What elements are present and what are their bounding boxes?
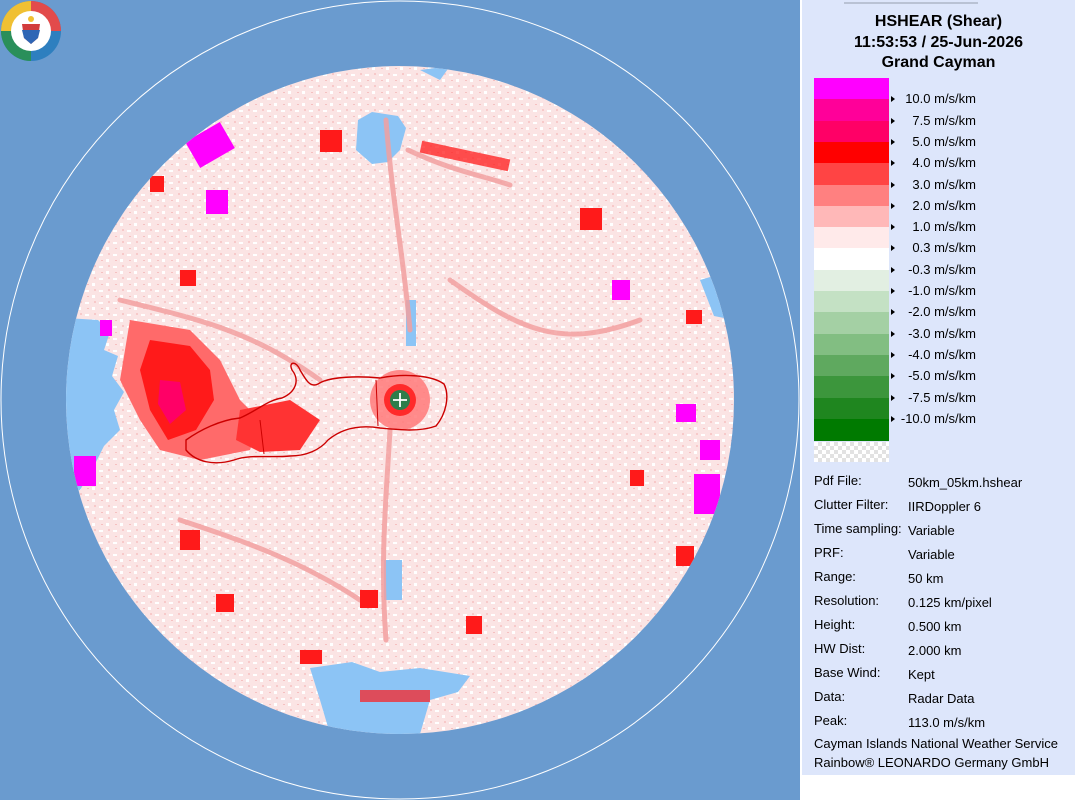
legend-swatch — [814, 141, 889, 164]
info-label: Clutter Filter: — [814, 497, 889, 512]
info-label: Data: — [814, 689, 846, 704]
site-name: Grand Cayman — [881, 54, 996, 71]
legend-swatch — [814, 418, 889, 441]
legend-level-label: 0.3 m/s/km — [912, 240, 976, 256]
legend-level-label: -0.3 m/s/km — [908, 261, 976, 277]
legend-level-label: 1.0 m/s/km — [912, 219, 976, 235]
credit-line-1: Cayman Islands National Weather Service — [814, 736, 1058, 751]
legend-tick — [891, 224, 895, 231]
legend-level-label: 3.0 m/s/km — [912, 176, 976, 192]
legend-level-label: 10.0 m/s/km — [905, 91, 976, 107]
info-value: 50km_05km.hshear — [908, 475, 1023, 490]
radar-map[interactable] — [0, 0, 800, 800]
info-value: 50 km — [908, 571, 944, 586]
legend-tick — [891, 138, 895, 145]
legend-level-label: 7.5 m/s/km — [912, 112, 976, 128]
product-datetime: 11:53:53 / 25-Jun-2026 — [854, 34, 1023, 51]
legend-swatch — [814, 248, 889, 271]
info-value: Radar Data — [908, 691, 975, 706]
info-value: 0.500 km — [908, 619, 962, 634]
info-value: 2.000 km — [908, 643, 962, 658]
legend-tick — [891, 117, 895, 124]
info-value: 113.0 m/s/km — [908, 715, 986, 730]
legend-tick — [891, 351, 895, 358]
legend-tick — [891, 96, 895, 103]
info-value: Kept — [908, 667, 935, 682]
legend-swatch — [814, 291, 889, 313]
info-value: Variable — [908, 523, 955, 538]
legend-tick — [891, 202, 895, 209]
clutter-strip-south — [384, 560, 402, 600]
legend-tick — [891, 181, 895, 188]
legend-tick — [891, 266, 895, 273]
legend-level-label: 5.0 m/s/km — [912, 133, 976, 149]
radar-canvas[interactable] — [0, 0, 800, 800]
legend-level-label: 2.0 m/s/km — [912, 197, 976, 213]
legend-tick — [891, 330, 895, 337]
cayman-weather-service-logo — [1, 1, 61, 61]
radar-site-marker[interactable] — [390, 390, 410, 410]
legend-tick — [891, 373, 895, 380]
legend-swatch — [814, 397, 889, 420]
panel-tab-indicator — [844, 2, 978, 4]
legend-swatch — [814, 269, 889, 292]
legend-nodata-swatch — [814, 442, 889, 462]
info-value: IIRDoppler 6 — [908, 499, 981, 514]
info-label: Base Wind: — [814, 665, 881, 680]
info-value: 0.125 km/pixel — [908, 595, 992, 610]
legend-swatch — [814, 333, 889, 356]
info-label: Height: — [814, 617, 856, 632]
legend-tick — [891, 309, 895, 316]
legend-swatch — [814, 376, 889, 399]
credit-line-2: Rainbow® LEONARDO Germany GmbH — [814, 755, 1049, 770]
info-value: Variable — [908, 547, 955, 562]
legend-level-label: -5.0 m/s/km — [908, 368, 976, 384]
legend-swatch — [814, 120, 889, 143]
legend-swatch — [814, 78, 889, 100]
info-label: Time sampling: — [814, 521, 902, 536]
legend-tick — [891, 245, 895, 252]
legend-swatch — [814, 184, 889, 207]
info-label: HW Dist: — [814, 641, 866, 656]
product-title: HSHEAR (Shear) — [874, 13, 1003, 30]
info-panel-body: HSHEAR (Shear) 11:53:53 / 25-Jun-2026 Gr… — [802, 0, 1075, 775]
legend-tick — [891, 160, 895, 167]
legend-level-label: -1.0 m/s/km — [908, 283, 976, 298]
legend-tick — [891, 288, 895, 294]
legend-level-label: -7.5 m/s/km — [908, 389, 976, 405]
info-label: Pdf File: — [814, 473, 862, 488]
legend-swatch — [814, 205, 889, 228]
legend-level-label: -2.0 m/s/km — [908, 304, 976, 320]
info-label: Peak: — [814, 713, 848, 728]
legend-level-label: -3.0 m/s/km — [908, 325, 976, 341]
info-label: PRF: — [814, 545, 844, 560]
legend-swatch — [814, 354, 889, 377]
legend-swatch — [814, 227, 889, 250]
legend-level-label: -10.0 m/s/km — [900, 410, 976, 426]
legend-tick — [891, 415, 895, 422]
info-label: Range: — [814, 569, 856, 584]
info-label: Resolution: — [814, 593, 880, 608]
legend-level-label: 4.0 m/s/km — [912, 155, 976, 171]
legend-swatch — [814, 312, 889, 335]
legend-level-label: -4.0 m/s/km — [908, 346, 976, 362]
legend-tick — [891, 394, 895, 401]
info-panel: HSHEAR (Shear) 11:53:53 / 25-Jun-2026 Gr… — [801, 0, 1076, 800]
legend-swatch — [814, 163, 889, 186]
legend-swatch — [814, 99, 889, 122]
